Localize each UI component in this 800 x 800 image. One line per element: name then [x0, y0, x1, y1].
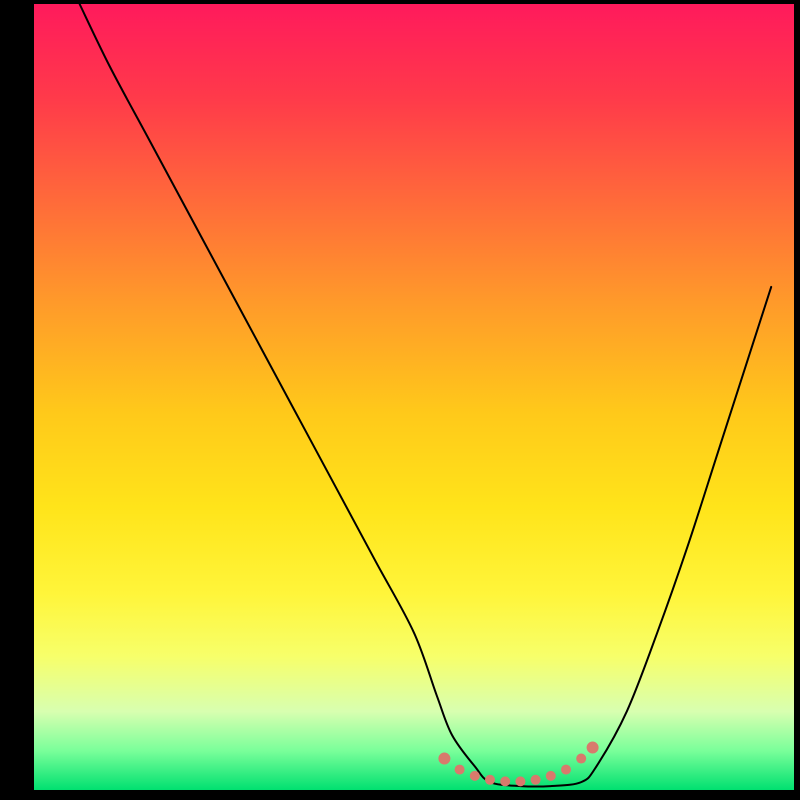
valley-dot [531, 775, 541, 785]
valley-marker [438, 742, 598, 787]
valley-dot [485, 775, 495, 785]
valley-dot [470, 771, 480, 781]
valley-dot [515, 776, 525, 786]
valley-dot [561, 765, 571, 775]
plot-svg [34, 4, 794, 790]
valley-dot [455, 765, 465, 775]
valley-dot [500, 776, 510, 786]
bottleneck-curve [80, 4, 772, 787]
valley-dot [438, 753, 450, 765]
valley-dot [576, 754, 586, 764]
plot-gradient-area [34, 4, 794, 790]
chart-frame: TheBottleneck.com [0, 0, 800, 800]
valley-dot [587, 742, 599, 754]
valley-dot [546, 771, 556, 781]
